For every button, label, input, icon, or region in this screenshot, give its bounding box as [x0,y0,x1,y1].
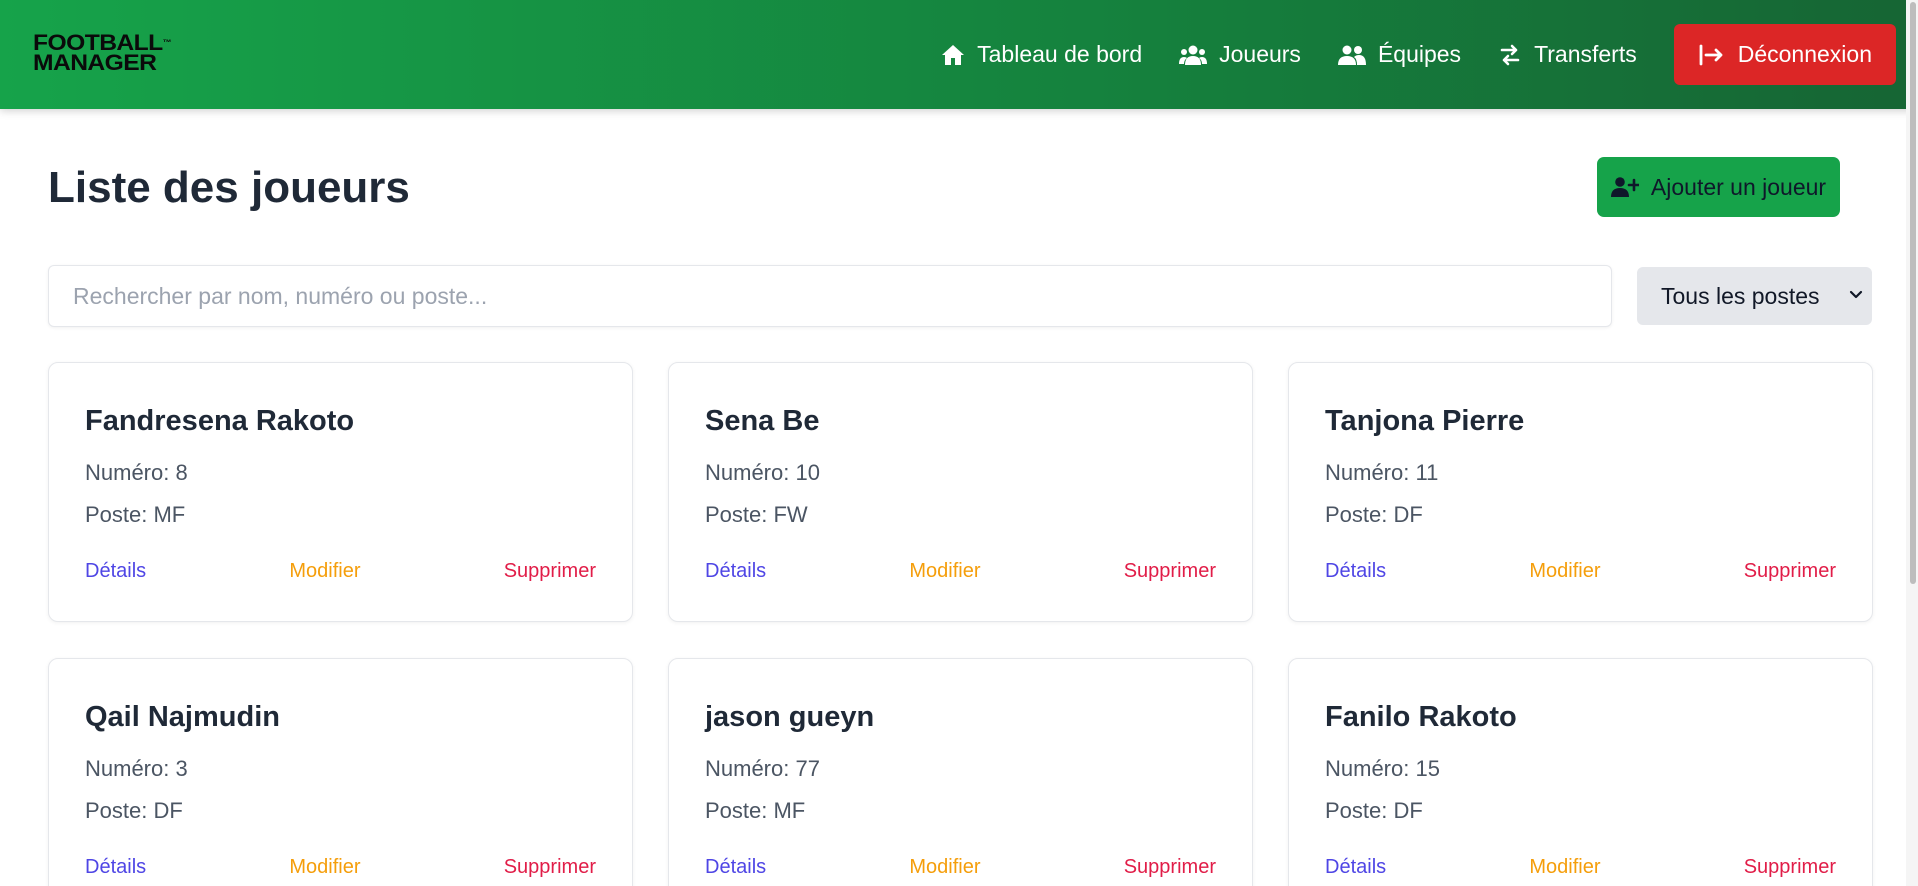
delete-link[interactable]: Supprimer [1124,856,1216,879]
add-player-label: Ajouter un joueur [1650,173,1827,200]
search-input[interactable] [48,265,1612,327]
top-navbar: FOOTBALL™ MANAGER Tableau de bord Joueur… [0,0,1918,109]
position-filter-value: Tous les postes [1661,282,1820,309]
modify-link[interactable]: Modifier [289,560,360,583]
player-card: Qail Najmudin Numéro: 3 Poste: DF Détail… [48,658,633,886]
player-position: Poste: DF [85,798,183,823]
nav-dashboard-label: Tableau de bord [977,41,1143,67]
scrollbar[interactable] [1906,0,1918,886]
nav-transfers[interactable]: Transferts [1498,41,1637,68]
modify-link[interactable]: Modifier [909,856,980,879]
add-user-icon [1610,177,1639,197]
logout-icon [1699,44,1723,65]
player-position: Poste: DF [1325,502,1423,527]
details-link[interactable]: Détails [1325,856,1386,879]
delete-link[interactable]: Supprimer [1124,560,1216,583]
player-number: Numéro: 77 [705,756,820,781]
nav-players-label: Joueurs [1219,41,1301,67]
modify-link[interactable]: Modifier [909,560,980,583]
position-filter-select[interactable]: Tous les postes [1637,267,1872,325]
details-link[interactable]: Détails [705,856,766,879]
logo[interactable]: FOOTBALL™ MANAGER [33,32,172,74]
player-name: Qail Najmudin [85,701,280,733]
delete-link[interactable]: Supprimer [1744,856,1836,879]
home-icon [942,44,965,65]
chevron-down-icon [1849,290,1863,299]
transfer-icon [1500,44,1520,65]
player-card: jason gueyn Numéro: 77 Poste: MF Détails… [668,658,1253,886]
details-link[interactable]: Détails [1325,560,1386,583]
logout-label: Déconnexion [1737,41,1872,67]
nav-players[interactable]: Joueurs [1179,41,1301,68]
details-link[interactable]: Détails [85,560,146,583]
player-name: jason gueyn [705,701,875,733]
delete-link[interactable]: Supprimer [1744,560,1836,583]
details-link[interactable]: Détails [85,856,146,879]
player-position: Poste: DF [1325,798,1423,823]
player-position: Poste: FW [705,502,808,527]
player-name: Sena Be [705,405,820,437]
delete-link[interactable]: Supprimer [504,856,596,879]
player-number: Numéro: 15 [1325,756,1440,781]
teams-icon [1337,45,1366,65]
player-card: Sena Be Numéro: 10 Poste: FW Détails Mod… [668,362,1253,622]
users-icon [1179,45,1208,65]
page-title: Liste des joueurs [48,163,410,212]
logout-button[interactable]: Déconnexion [1673,24,1896,85]
modify-link[interactable]: Modifier [1529,560,1600,583]
player-name: Fandresena Rakoto [85,405,355,437]
nav-teams-label: Équipes [1377,41,1462,67]
nav-teams[interactable]: Équipes [1337,41,1462,68]
player-card: Tanjona Pierre Numéro: 11 Poste: DF Déta… [1288,362,1873,622]
player-name: Tanjona Pierre [1325,405,1525,437]
scrollbar-thumb[interactable] [1910,2,1916,584]
player-card: Fanilo Rakoto Numéro: 15 Poste: DF Détai… [1288,658,1873,886]
modify-link[interactable]: Modifier [1529,856,1600,879]
add-player-button[interactable]: Ajouter un joueur [1597,157,1840,217]
player-number: Numéro: 10 [705,460,820,485]
player-name: Fanilo Rakoto [1325,701,1517,733]
player-position: Poste: MF [705,798,806,823]
nav-links: Tableau de bord Joueurs Équipes Transfer… [941,24,1896,85]
player-number: Numéro: 8 [85,460,188,485]
details-link[interactable]: Détails [705,560,766,583]
delete-link[interactable]: Supprimer [504,560,596,583]
player-position: Poste: MF [85,502,186,527]
player-card: Fandresena Rakoto Numéro: 8 Poste: MF Dé… [48,362,633,622]
modify-link[interactable]: Modifier [289,856,360,879]
nav-dashboard[interactable]: Tableau de bord [941,41,1142,68]
player-number: Numéro: 3 [85,756,188,781]
nav-transfers-label: Transferts [1534,41,1637,67]
player-number: Numéro: 11 [1325,460,1439,485]
